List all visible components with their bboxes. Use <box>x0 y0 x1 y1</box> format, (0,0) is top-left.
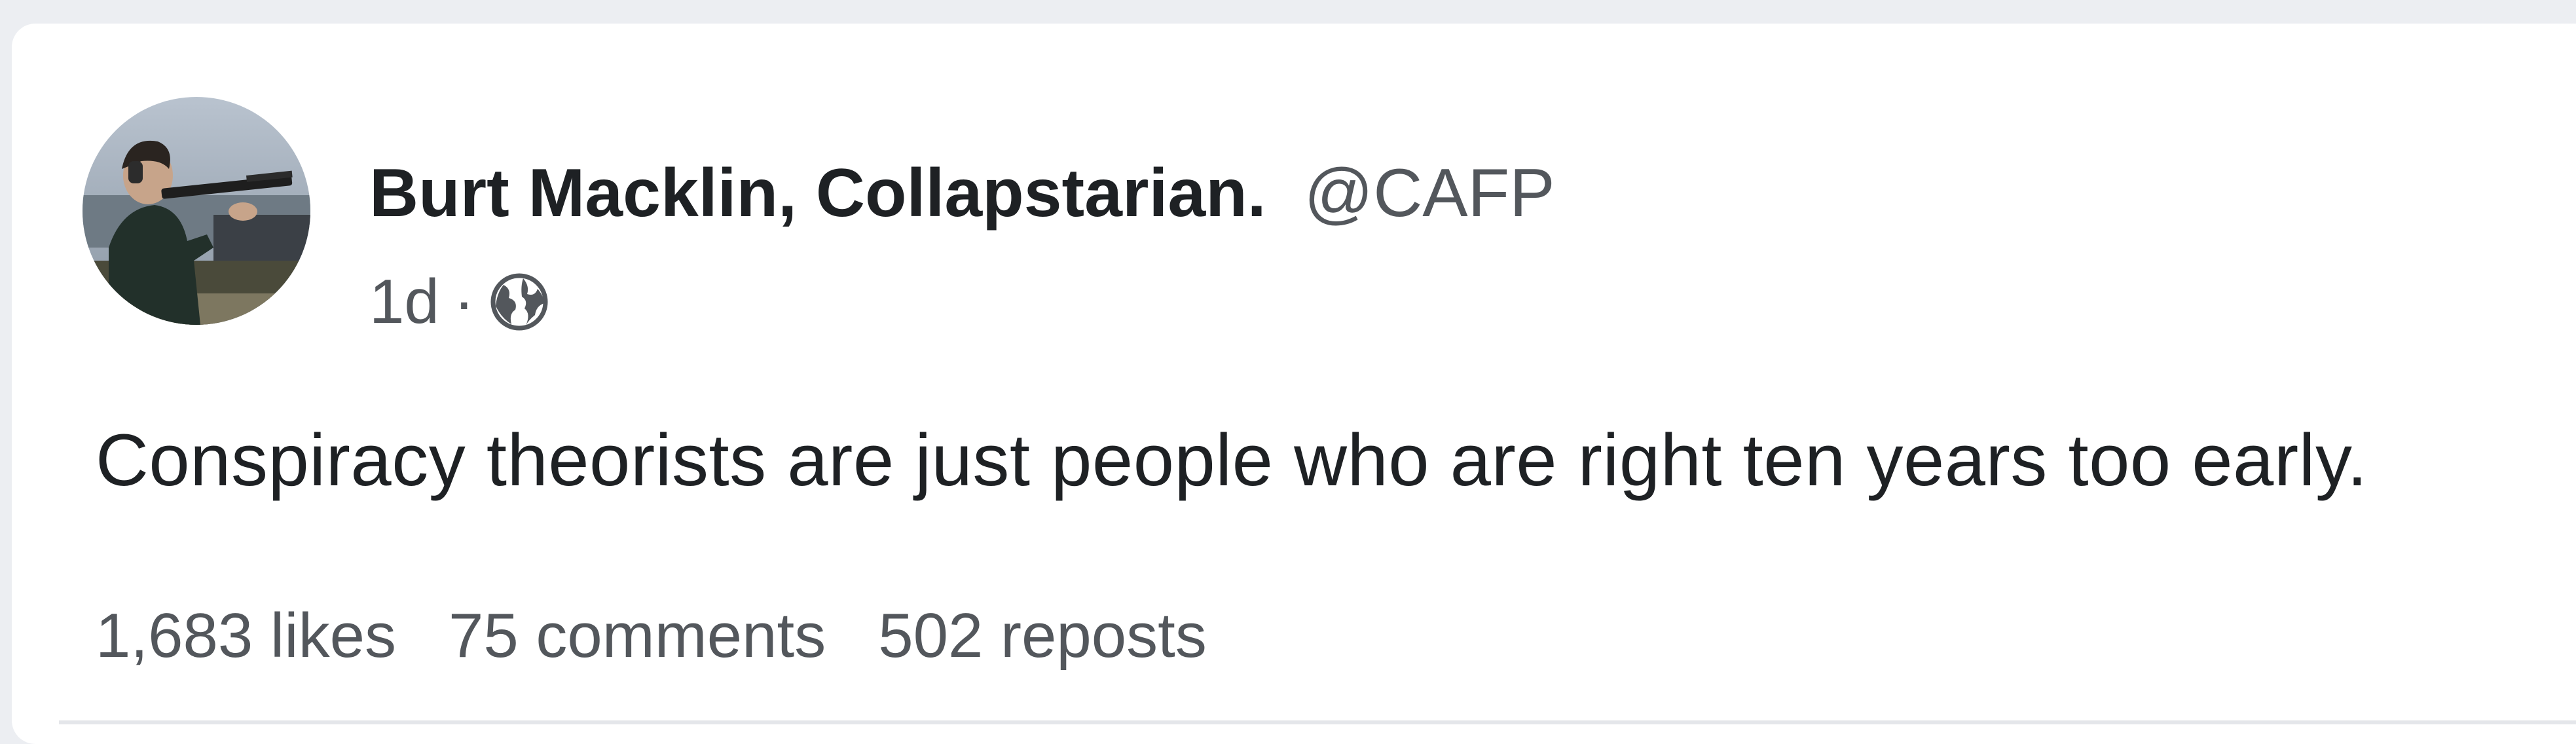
globe-icon[interactable] <box>489 272 549 332</box>
post-age[interactable]: 1d <box>369 266 439 338</box>
post-text: Conspiracy theorists are just people who… <box>96 419 2368 501</box>
avatar[interactable] <box>83 97 310 325</box>
divider <box>59 720 2576 724</box>
post-card: Burt Macklin, Collapstarian. @CAFP 1d · … <box>12 24 2576 744</box>
post-meta: 1d · <box>369 266 549 338</box>
author-handle[interactable]: @CAFP <box>1304 155 1555 232</box>
meta-separator: · <box>453 267 475 337</box>
likes-count[interactable]: 1,683 likes <box>96 600 396 672</box>
avatar-photo <box>83 97 310 325</box>
reposts-count[interactable]: 502 reposts <box>878 600 1207 672</box>
author-row: Burt Macklin, Collapstarian. @CAFP <box>369 155 1555 232</box>
author-name[interactable]: Burt Macklin, Collapstarian. <box>369 155 1266 232</box>
comments-count[interactable]: 75 comments <box>449 600 826 672</box>
post-stats: 1,683 likes 75 comments 502 reposts <box>96 600 1259 672</box>
